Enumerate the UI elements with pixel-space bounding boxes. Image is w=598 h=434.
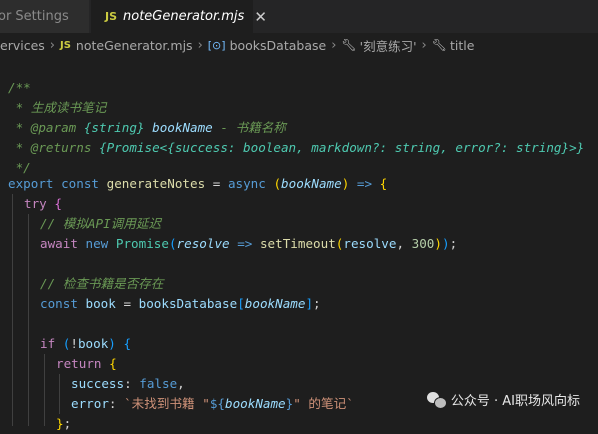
indent-guide — [28, 214, 29, 426]
indent-guide — [44, 354, 45, 426]
breadcrumb-item-file[interactable]: noteGenerator.mjs — [76, 38, 193, 53]
code-line: await new Promise(resolve => setTimeout(… — [40, 236, 458, 251]
code-line: * @returns {Promise<{success: boolean, m… — [8, 140, 585, 155]
breadcrumb-item-key[interactable]: '刻意练习' — [360, 36, 417, 55]
code-line: return { — [56, 356, 117, 371]
chevron-right-icon: › — [331, 37, 337, 53]
code-line: * 生成读书笔记 — [8, 100, 107, 115]
code-editor[interactable]: /** * 生成读书笔记 * @param {string} bookName … — [0, 58, 598, 431]
chevron-right-icon: › — [421, 37, 427, 53]
watermark-text: 公众号 · AI职场风向标 — [450, 394, 580, 409]
indent-guide — [59, 374, 60, 414]
property-wrench-icon: 🔧︎ — [341, 38, 357, 52]
close-icon[interactable]: ✕ — [254, 8, 267, 26]
code-line: /** — [8, 80, 31, 95]
code-line: error: `未找到书籍 "${bookName}" 的笔记` — [71, 396, 354, 411]
property-wrench-icon: 🔧︎ — [431, 38, 447, 52]
chevron-right-icon: › — [49, 37, 55, 53]
javascript-file-icon: JS — [105, 10, 118, 23]
code-line: if (!book) { — [40, 336, 132, 351]
breadcrumb-item-title[interactable]: title — [450, 38, 474, 53]
tab-note-generator-label: noteGenerator.mjs — [123, 9, 245, 24]
code-line: }; — [56, 416, 72, 431]
code-line: success: false, — [71, 376, 185, 391]
watermark: 公众号 · AI职场风向标 — [426, 390, 580, 409]
indent-guide — [12, 194, 13, 426]
tab-note-generator[interactable]: JS noteGenerator.mjs ✕ — [91, 0, 267, 33]
tab-settings-label: or Settings — [0, 9, 69, 24]
tab-bar: or Settings JS noteGenerator.mjs ✕ — [0, 0, 598, 34]
breadcrumb-item-books-database[interactable]: booksDatabase — [230, 38, 327, 53]
breadcrumb: ervices › JS noteGenerator.mjs › [⊙] boo… — [0, 34, 598, 56]
code-line: try { — [24, 196, 62, 211]
variable-symbol-icon: [⊙] — [207, 38, 226, 52]
chevron-right-icon: › — [197, 37, 203, 53]
code-line: // 模拟API调用延迟 — [40, 216, 162, 231]
code-line: * @param {string} bookName - 书籍名称 — [8, 120, 286, 135]
breadcrumb-item-services[interactable]: ervices — [0, 38, 45, 53]
tab-settings[interactable]: or Settings — [0, 0, 90, 33]
wechat-icon — [426, 391, 447, 409]
code-line: // 检查书籍是否存在 — [40, 276, 164, 291]
code-line: export const generateNotes = async (book… — [8, 176, 388, 191]
javascript-file-icon: JS — [59, 39, 71, 51]
code-line: const book = booksDatabase[bookName]; — [40, 296, 321, 311]
